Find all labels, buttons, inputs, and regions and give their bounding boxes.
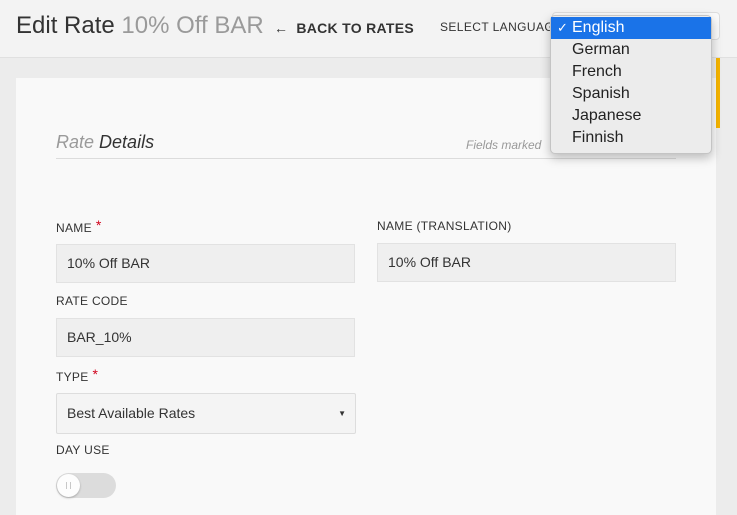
required-fields-note: Fields marked	[466, 138, 542, 152]
section-divider	[56, 158, 676, 159]
select-language-label: SELECT LANGUAGE	[440, 20, 563, 34]
language-dropdown-menu: ✓ English German French Spanish Japanese …	[550, 15, 712, 154]
type-label-text: TYPE	[56, 370, 89, 384]
language-option-finnish[interactable]: Finnish	[551, 127, 711, 149]
language-option-japanese[interactable]: Japanese	[551, 105, 711, 127]
accent-bar	[716, 58, 720, 128]
toggle-knob	[57, 474, 80, 497]
rate-code-label: RATE CODE	[56, 294, 128, 308]
required-marker: *	[95, 217, 102, 233]
grip-lines-icon	[66, 482, 71, 489]
name-input[interactable]: 10% Off BAR	[56, 244, 355, 283]
back-to-rates-label: BACK TO RATES	[296, 20, 415, 36]
name-translation-input[interactable]: 10% Off BAR	[377, 243, 676, 282]
type-label: TYPE *	[56, 366, 99, 384]
language-option-label: English	[572, 19, 625, 36]
day-use-toggle[interactable]	[56, 473, 116, 498]
arrow-left-icon: ←	[274, 20, 289, 36]
required-marker: *	[92, 366, 99, 382]
checkmark-icon: ✓	[557, 20, 568, 35]
rate-code-input[interactable]: BAR_10%	[56, 318, 355, 357]
section-title-light: Rate	[56, 132, 95, 152]
back-to-rates-link[interactable]: ← BACK TO RATES	[274, 20, 414, 36]
type-select[interactable]: Best Available Rates ▼	[56, 393, 356, 434]
day-use-label: DAY USE	[56, 443, 110, 457]
language-option-spanish[interactable]: Spanish	[551, 83, 711, 105]
section-title-dark: Details	[99, 132, 155, 152]
name-label: NAME *	[56, 217, 102, 235]
section-title: Rate Details	[56, 132, 154, 153]
name-translation-label: NAME (TRANSLATION)	[377, 219, 512, 233]
caret-down-icon: ▼	[338, 409, 346, 418]
name-label-text: NAME	[56, 221, 92, 235]
page-title: Edit Rate 10% Off BAR	[16, 12, 264, 40]
language-option-french[interactable]: French	[551, 61, 711, 83]
page-subtitle: 10% Off BAR	[121, 12, 264, 39]
page-title-text: Edit Rate	[16, 12, 115, 39]
language-option-german[interactable]: German	[551, 39, 711, 61]
type-select-value: Best Available Rates	[67, 405, 196, 421]
language-option-english[interactable]: ✓ English	[551, 17, 711, 39]
